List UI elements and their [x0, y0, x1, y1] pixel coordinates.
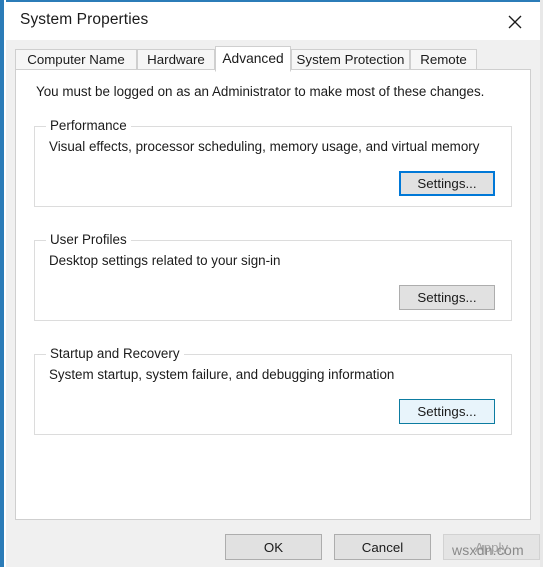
- ok-button[interactable]: OK: [225, 534, 322, 560]
- group-title-user-profiles: User Profiles: [46, 232, 131, 247]
- group-performance: Performance Visual effects, processor sc…: [34, 118, 512, 207]
- tab-label: Computer Name: [27, 52, 125, 67]
- group-title-startup-and-recovery: Startup and Recovery: [46, 346, 184, 361]
- close-button[interactable]: [492, 2, 538, 40]
- tab-label: Hardware: [147, 52, 205, 67]
- title-bar[interactable]: System Properties: [6, 2, 540, 40]
- close-icon: [508, 15, 522, 29]
- advanced-tab-panel: You must be logged on as an Administrato…: [15, 69, 531, 560]
- group-description-startup-and-recovery: System startup, system failure, and debu…: [49, 367, 395, 382]
- group-title-performance: Performance: [46, 118, 131, 133]
- tab-strip: Computer Name Hardware Advanced System P…: [15, 46, 531, 72]
- administrator-note: You must be logged on as an Administrato…: [36, 84, 485, 99]
- tab-label: System Protection: [296, 52, 405, 67]
- tab-remote[interactable]: Remote: [410, 49, 477, 70]
- tab-system-protection[interactable]: System Protection: [291, 49, 410, 70]
- group-startup-and-recovery: Startup and Recovery System startup, sys…: [34, 346, 512, 435]
- tab-advanced[interactable]: Advanced: [215, 46, 291, 72]
- group-user-profiles: User Profiles Desktop settings related t…: [34, 232, 512, 321]
- performance-settings-button[interactable]: Settings...: [399, 171, 495, 196]
- watermark: wsxdn.com: [452, 542, 524, 558]
- group-description-performance: Visual effects, processor scheduling, me…: [49, 139, 480, 154]
- tab-label: Remote: [420, 52, 467, 67]
- tab-computer-name[interactable]: Computer Name: [15, 49, 137, 70]
- tab-label: Advanced: [222, 51, 284, 66]
- tab-hardware[interactable]: Hardware: [137, 49, 215, 70]
- cancel-button[interactable]: Cancel: [334, 534, 431, 560]
- startup-recovery-settings-button[interactable]: Settings...: [399, 399, 495, 424]
- user-profiles-settings-button[interactable]: Settings...: [399, 285, 495, 310]
- system-properties-window: System Properties Computer Name Hardware…: [0, 0, 543, 567]
- window-title: System Properties: [20, 11, 149, 28]
- dialog-body: Computer Name Hardware Advanced System P…: [6, 40, 540, 567]
- group-description-user-profiles: Desktop settings related to your sign-in: [49, 253, 281, 268]
